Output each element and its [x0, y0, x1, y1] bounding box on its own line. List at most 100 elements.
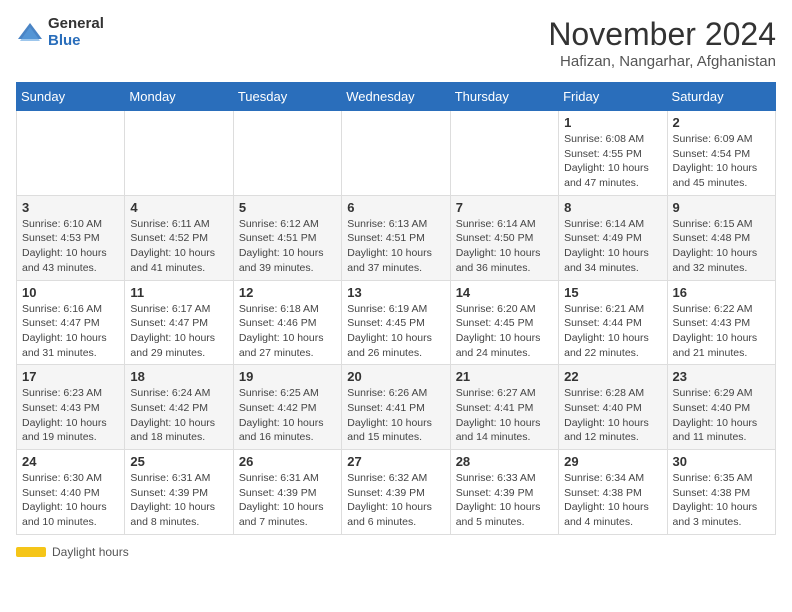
- day-info: Sunrise: 6:35 AM Sunset: 4:38 PM Dayligh…: [673, 471, 770, 530]
- day-info: Sunrise: 6:15 AM Sunset: 4:48 PM Dayligh…: [673, 217, 770, 276]
- page-header: General Blue November 2024 Hafizan, Nang…: [16, 16, 776, 70]
- day-info: Sunrise: 6:09 AM Sunset: 4:54 PM Dayligh…: [673, 132, 770, 191]
- day-number: 17: [22, 369, 119, 384]
- calendar-cell: 24Sunrise: 6:30 AM Sunset: 4:40 PM Dayli…: [17, 450, 125, 535]
- calendar-cell: [17, 111, 125, 196]
- day-info: Sunrise: 6:28 AM Sunset: 4:40 PM Dayligh…: [564, 386, 661, 445]
- daylight-bar-icon: [16, 547, 46, 557]
- calendar: SundayMondayTuesdayWednesdayThursdayFrid…: [16, 82, 776, 535]
- calendar-cell: 5Sunrise: 6:12 AM Sunset: 4:51 PM Daylig…: [233, 195, 341, 280]
- calendar-cell: 19 Sunrise: 6:25 AM Sunset: 4:42 PM Dayli…: [233, 365, 341, 450]
- day-number: 2: [673, 115, 770, 130]
- day-info: Sunrise: 6:13 AM Sunset: 4:51 PM Dayligh…: [347, 217, 444, 276]
- day-number: 15: [564, 285, 661, 300]
- calendar-cell: 11 Sunrise: 6:17 AM Sunset: 4:47 PM Dayli…: [125, 280, 233, 365]
- calendar-header-cell: Saturday: [667, 83, 775, 111]
- calendar-cell: 3 Sunrise: 6:10 AM Sunset: 4:53 PM Daylig…: [17, 195, 125, 280]
- day-info: Sunrise: 6:24 AM Sunset: 4:42 PM Dayligh…: [130, 386, 227, 445]
- calendar-cell: [233, 111, 341, 196]
- logo: General Blue: [16, 16, 104, 49]
- day-info: Sunrise: 6:17 AM Sunset: 4:47 PM Dayligh…: [130, 302, 227, 361]
- calendar-cell: 26 Sunrise: 6:31 AM Sunset: 4:39 PM Dayli…: [233, 450, 341, 535]
- day-number: 5: [239, 200, 336, 215]
- calendar-cell: 18 Sunrise: 6:24 AM Sunset: 4:42 PM Dayli…: [125, 365, 233, 450]
- logo-blue: Blue: [48, 33, 104, 50]
- day-info: Sunrise: 6:23 AM Sunset: 4:43 PM Dayligh…: [22, 386, 119, 445]
- calendar-week-row: 3 Sunrise: 6:10 AM Sunset: 4:53 PM Daylig…: [17, 195, 776, 280]
- calendar-week-row: 10Sunrise: 6:16 AM Sunset: 4:47 PM Dayli…: [17, 280, 776, 365]
- logo-icon: [16, 19, 44, 47]
- calendar-header-row: SundayMondayTuesdayWednesdayThursdayFrid…: [17, 83, 776, 111]
- day-info: Sunrise: 6:32 AM Sunset: 4:39 PM Dayligh…: [347, 471, 444, 530]
- calendar-cell: 15Sunrise: 6:21 AM Sunset: 4:44 PM Dayli…: [559, 280, 667, 365]
- calendar-header-cell: Tuesday: [233, 83, 341, 111]
- day-info: Sunrise: 6:10 AM Sunset: 4:53 PM Dayligh…: [22, 217, 119, 276]
- day-info: Sunrise: 6:14 AM Sunset: 4:49 PM Dayligh…: [564, 217, 661, 276]
- day-number: 4: [130, 200, 227, 215]
- day-info: Sunrise: 6:22 AM Sunset: 4:43 PM Dayligh…: [673, 302, 770, 361]
- calendar-header-cell: Sunday: [17, 83, 125, 111]
- day-number: 16: [673, 285, 770, 300]
- day-number: 18: [130, 369, 227, 384]
- calendar-cell: 14Sunrise: 6:20 AM Sunset: 4:45 PM Dayli…: [450, 280, 558, 365]
- month-title: November 2024: [548, 16, 776, 53]
- calendar-cell: 10Sunrise: 6:16 AM Sunset: 4:47 PM Dayli…: [17, 280, 125, 365]
- calendar-body: 1 Sunrise: 6:08 AM Sunset: 4:55 PM Daylig…: [17, 111, 776, 535]
- day-number: 22: [564, 369, 661, 384]
- calendar-week-row: 1 Sunrise: 6:08 AM Sunset: 4:55 PM Daylig…: [17, 111, 776, 196]
- day-info: Sunrise: 6:25 AM Sunset: 4:42 PM Dayligh…: [239, 386, 336, 445]
- calendar-cell: 1 Sunrise: 6:08 AM Sunset: 4:55 PM Daylig…: [559, 111, 667, 196]
- day-number: 12: [239, 285, 336, 300]
- calendar-cell: 17 Sunrise: 6:23 AM Sunset: 4:43 PM Dayli…: [17, 365, 125, 450]
- location: Hafizan, Nangarhar, Afghanistan: [548, 53, 776, 70]
- day-info: Sunrise: 6:31 AM Sunset: 4:39 PM Dayligh…: [130, 471, 227, 530]
- day-number: 29: [564, 454, 661, 469]
- day-number: 1: [564, 115, 661, 130]
- calendar-cell: 27 Sunrise: 6:32 AM Sunset: 4:39 PM Dayli…: [342, 450, 450, 535]
- daylight-label: Daylight hours: [52, 545, 129, 559]
- calendar-cell: 4 Sunrise: 6:11 AM Sunset: 4:52 PM Daylig…: [125, 195, 233, 280]
- day-number: 11: [130, 285, 227, 300]
- day-info: Sunrise: 6:31 AM Sunset: 4:39 PM Dayligh…: [239, 471, 336, 530]
- day-info: Sunrise: 6:30 AM Sunset: 4:40 PM Dayligh…: [22, 471, 119, 530]
- day-number: 7: [456, 200, 553, 215]
- calendar-header-cell: Friday: [559, 83, 667, 111]
- calendar-cell: 29 Sunrise: 6:34 AM Sunset: 4:38 PM Dayli…: [559, 450, 667, 535]
- day-number: 13: [347, 285, 444, 300]
- day-info: Sunrise: 6:08 AM Sunset: 4:55 PM Dayligh…: [564, 132, 661, 191]
- day-info: Sunrise: 6:20 AM Sunset: 4:45 PM Dayligh…: [456, 302, 553, 361]
- day-number: 26: [239, 454, 336, 469]
- calendar-cell: [342, 111, 450, 196]
- calendar-cell: 8 Sunrise: 6:14 AM Sunset: 4:49 PM Daylig…: [559, 195, 667, 280]
- day-info: Sunrise: 6:14 AM Sunset: 4:50 PM Dayligh…: [456, 217, 553, 276]
- day-number: 8: [564, 200, 661, 215]
- day-number: 3: [22, 200, 119, 215]
- calendar-cell: 9Sunrise: 6:15 AM Sunset: 4:48 PM Daylig…: [667, 195, 775, 280]
- day-number: 21: [456, 369, 553, 384]
- calendar-cell: [125, 111, 233, 196]
- day-number: 25: [130, 454, 227, 469]
- calendar-header-cell: Wednesday: [342, 83, 450, 111]
- day-number: 27: [347, 454, 444, 469]
- calendar-cell: 22 Sunrise: 6:28 AM Sunset: 4:40 PM Dayli…: [559, 365, 667, 450]
- day-info: Sunrise: 6:34 AM Sunset: 4:38 PM Dayligh…: [564, 471, 661, 530]
- day-number: 28: [456, 454, 553, 469]
- day-number: 6: [347, 200, 444, 215]
- day-info: Sunrise: 6:11 AM Sunset: 4:52 PM Dayligh…: [130, 217, 227, 276]
- day-number: 30: [673, 454, 770, 469]
- calendar-cell: 7 Sunrise: 6:14 AM Sunset: 4:50 PM Daylig…: [450, 195, 558, 280]
- calendar-header-cell: Thursday: [450, 83, 558, 111]
- calendar-cell: 25 Sunrise: 6:31 AM Sunset: 4:39 PM Dayli…: [125, 450, 233, 535]
- title-block: November 2024 Hafizan, Nangarhar, Afghan…: [548, 16, 776, 70]
- day-info: Sunrise: 6:26 AM Sunset: 4:41 PM Dayligh…: [347, 386, 444, 445]
- calendar-cell: 21Sunrise: 6:27 AM Sunset: 4:41 PM Dayli…: [450, 365, 558, 450]
- calendar-cell: 6 Sunrise: 6:13 AM Sunset: 4:51 PM Daylig…: [342, 195, 450, 280]
- day-number: 19: [239, 369, 336, 384]
- calendar-cell: 13Sunrise: 6:19 AM Sunset: 4:45 PM Dayli…: [342, 280, 450, 365]
- footer: Daylight hours: [16, 545, 776, 559]
- calendar-cell: 2 Sunrise: 6:09 AM Sunset: 4:54 PM Daylig…: [667, 111, 775, 196]
- day-info: Sunrise: 6:16 AM Sunset: 4:47 PM Dayligh…: [22, 302, 119, 361]
- calendar-week-row: 17 Sunrise: 6:23 AM Sunset: 4:43 PM Dayli…: [17, 365, 776, 450]
- logo-text: General Blue: [48, 16, 104, 49]
- calendar-cell: 12Sunrise: 6:18 AM Sunset: 4:46 PM Dayli…: [233, 280, 341, 365]
